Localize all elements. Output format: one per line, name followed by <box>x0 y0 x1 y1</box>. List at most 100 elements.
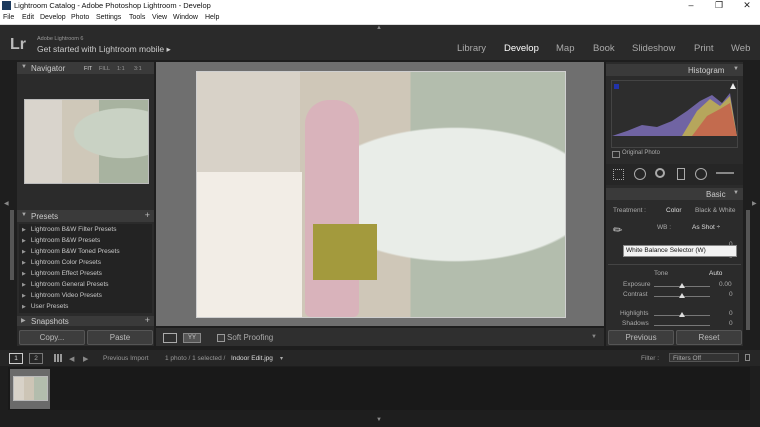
preset-folder[interactable]: ▶ User Presets <box>22 303 68 310</box>
menu-window[interactable]: Window <box>173 14 198 21</box>
menu-file[interactable]: File <box>3 14 14 21</box>
slider-value[interactable]: 0 <box>729 320 733 327</box>
slider-label: Shadows <box>622 320 649 327</box>
bottom-panel-toggle-icon[interactable]: ▼ <box>376 417 382 423</box>
soft-proofing-label: Soft Proofing <box>227 333 274 342</box>
graduated-filter-icon[interactable] <box>677 168 685 180</box>
nav-1-1[interactable]: 1:1 <box>117 66 125 72</box>
paste-button[interactable]: Paste <box>87 330 153 345</box>
before-after-icon[interactable]: YY <box>183 333 201 343</box>
slider-knob[interactable] <box>679 312 685 317</box>
menu-help[interactable]: Help <box>205 14 219 21</box>
histogram[interactable] <box>611 80 738 148</box>
filmstrip-thumbnail[interactable] <box>13 376 48 401</box>
add-preset-icon[interactable]: + <box>145 210 150 220</box>
filename-dropdown-icon[interactable]: ▾ <box>280 355 283 362</box>
adjustment-brush-icon[interactable] <box>716 172 734 174</box>
histogram-header[interactable]: Histogram ▼ <box>606 64 743 76</box>
slider-value[interactable]: 0 <box>729 310 733 317</box>
nav-3-1[interactable]: 3:1 <box>134 66 142 72</box>
slider-knob[interactable] <box>679 293 685 298</box>
basic-header[interactable]: Basic ▼ <box>606 188 743 200</box>
back-arrow-icon[interactable]: ◀ <box>69 355 74 363</box>
grid-view-icon[interactable] <box>54 354 63 362</box>
treatment-color[interactable]: Color <box>666 207 682 214</box>
right-panel-toggle-icon[interactable]: ▶ <box>752 200 757 207</box>
top-panel-toggle-icon[interactable]: ▲ <box>376 25 382 31</box>
preset-folder[interactable]: ▶ Lightroom Color Presets <box>22 259 101 266</box>
filmstrip-source[interactable]: Previous Import <box>103 355 149 362</box>
presets-header[interactable]: ▼ Presets + <box>17 210 154 222</box>
treatment-bw[interactable]: Black & White <box>695 207 735 214</box>
left-panel-toggle-icon[interactable]: ◀ <box>4 200 9 207</box>
nav-fit[interactable]: FIT <box>84 66 92 72</box>
menu-tools[interactable]: Tools <box>129 14 145 21</box>
preset-folder[interactable]: ▶ Lightroom General Presets <box>22 281 109 288</box>
navigator-title: Navigator <box>31 64 66 73</box>
module-library[interactable]: Library <box>457 43 486 54</box>
add-snapshot-icon[interactable]: + <box>145 315 150 325</box>
photo-fireplace <box>197 172 302 317</box>
shadows-slider[interactable] <box>654 325 710 326</box>
reset-button[interactable]: Reset <box>676 330 742 345</box>
loupe-view-icon[interactable] <box>163 333 177 343</box>
menu-develop[interactable]: Develop <box>40 14 66 21</box>
main-photo[interactable] <box>196 71 566 318</box>
previous-button[interactable]: Previous <box>608 330 674 345</box>
module-slideshow[interactable]: Slideshow <box>632 43 675 54</box>
nav-fill[interactable]: FILL <box>99 66 110 72</box>
collapse-triangle-icon: ▶ <box>21 318 26 324</box>
minimize-button[interactable]: – <box>681 0 701 10</box>
spot-removal-icon[interactable] <box>634 168 646 180</box>
right-panel-scrollbar[interactable] <box>746 210 750 330</box>
folder-triangle-icon: ▶ <box>22 227 26 233</box>
menu-photo[interactable]: Photo <box>71 14 89 21</box>
folder-triangle-icon: ▶ <box>22 260 26 266</box>
snapshots-header[interactable]: ▶ Snapshots + <box>17 315 154 326</box>
slider-knob[interactable] <box>679 283 685 288</box>
module-book[interactable]: Book <box>593 43 615 54</box>
menu-edit[interactable]: Edit <box>22 14 34 21</box>
wb-dropdown[interactable]: As Shot ÷ <box>692 224 720 231</box>
toolbar-menu-icon[interactable]: ▼ <box>591 334 597 340</box>
original-photo-checkbox[interactable] <box>612 151 620 158</box>
close-button[interactable]: ✕ <box>737 0 757 11</box>
window-2-tab[interactable]: 2 <box>29 353 43 364</box>
presets-title: Presets <box>31 212 59 221</box>
wb-label: WB : <box>657 224 672 231</box>
preset-folder[interactable]: ▶ Lightroom Video Presets <box>22 292 102 299</box>
filter-dropdown[interactable]: Filters Off <box>669 353 739 362</box>
current-filename[interactable]: Indoor Edit.jpg <box>231 355 273 362</box>
radial-filter-icon[interactable] <box>695 168 707 180</box>
crop-tool-icon[interactable] <box>613 169 624 180</box>
mobile-link[interactable]: Get started with Lightroom mobile ▸ <box>37 44 171 55</box>
preset-folder[interactable]: ▶ Lightroom Effect Presets <box>22 270 102 277</box>
module-web[interactable]: Web <box>731 43 750 54</box>
window-1-tab[interactable]: 1 <box>9 353 23 364</box>
soft-proofing-checkbox[interactable] <box>217 334 225 342</box>
navigator-preview[interactable] <box>24 99 149 184</box>
window-title: Lightroom Catalog - Adobe Photoshop Ligh… <box>14 1 211 10</box>
module-map[interactable]: Map <box>556 43 574 54</box>
preset-folder[interactable]: ▶ Lightroom B&W Toned Presets <box>22 248 120 255</box>
slider-value[interactable]: 0 <box>729 291 733 298</box>
folder-triangle-icon: ▶ <box>22 249 26 255</box>
red-eye-icon[interactable] <box>655 168 665 178</box>
collapse-triangle-icon: ▼ <box>733 190 739 196</box>
snapshots-title: Snapshots <box>31 317 69 326</box>
preset-folder[interactable]: ▶ Lightroom B&W Presets <box>22 237 100 244</box>
copy-button[interactable]: Copy... <box>19 330 85 345</box>
module-develop[interactable]: Develop <box>504 43 539 54</box>
maximize-button[interactable]: ❐ <box>709 0 729 11</box>
menu-view[interactable]: View <box>152 14 167 21</box>
module-print[interactable]: Print <box>694 43 714 54</box>
photo-gift <box>313 224 377 280</box>
slider-value[interactable]: 0.00 <box>719 281 732 288</box>
auto-tone-button[interactable]: Auto <box>709 270 722 277</box>
wb-tooltip: White Balance Selector (W) <box>623 245 737 257</box>
menu-settings[interactable]: Settings <box>96 14 121 21</box>
preset-folder[interactable]: ▶ Lightroom B&W Filter Presets <box>22 226 116 233</box>
forward-arrow-icon[interactable]: ▶ <box>83 355 88 363</box>
lock-icon[interactable] <box>745 354 750 361</box>
left-panel-scrollbar[interactable] <box>10 210 14 280</box>
